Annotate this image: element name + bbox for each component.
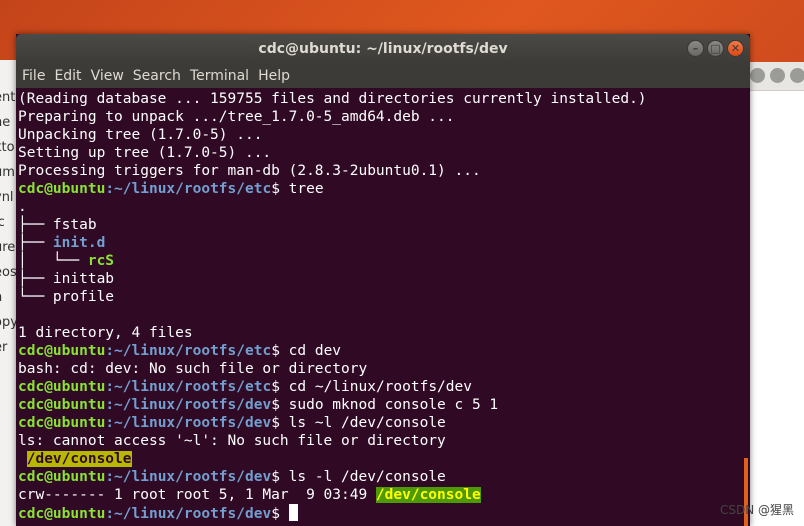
prompt-user: cdc@ubuntu bbox=[18, 469, 106, 485]
tree-entry: init.d bbox=[52, 235, 106, 251]
terminal-line: cdc@ubuntu:~/linux/rootfs/etc$ tree bbox=[18, 180, 742, 198]
prompt-path: :~/linux/rootfs/etc bbox=[105, 343, 272, 359]
prompt-user: cdc@ubuntu bbox=[18, 343, 106, 359]
menubar: File Edit View Search Terminal Help bbox=[16, 64, 750, 88]
bg-minimize-icon[interactable] bbox=[750, 68, 765, 83]
prompt-path: :~/linux/rootfs/etc bbox=[105, 181, 272, 197]
maximize-button[interactable]: □ bbox=[707, 40, 724, 57]
terminal-line: ├── fstab bbox=[18, 216, 742, 234]
tree-branch: ├── bbox=[18, 235, 53, 251]
bg-close-icon[interactable] bbox=[790, 68, 804, 83]
prompt-user: cdc@ubuntu bbox=[18, 379, 106, 395]
menu-view[interactable]: View bbox=[89, 68, 131, 84]
device-file-name: /dev/console bbox=[375, 487, 481, 503]
terminal-line: Processing triggers for man-db (2.8.3-2u… bbox=[18, 162, 742, 180]
terminal-line: cdc@ubuntu:~/linux/rootfs/etc$ cd dev bbox=[18, 342, 742, 360]
command-text: $ bbox=[271, 506, 289, 522]
close-button[interactable]: ✕ bbox=[727, 40, 744, 57]
output-text: . bbox=[18, 199, 27, 215]
device-file-name: /dev/console bbox=[26, 451, 132, 467]
command-text: $ sudo mknod console c 5 1 bbox=[271, 397, 499, 413]
terminal-output[interactable]: (Reading database ... 159755 files and d… bbox=[16, 88, 742, 526]
terminal-scrollbar[interactable] bbox=[742, 88, 750, 526]
terminal-line: cdc@ubuntu:~/linux/rootfs/etc$ cd ~/linu… bbox=[18, 378, 742, 396]
tree-entry: fstab bbox=[52, 217, 97, 233]
menu-terminal[interactable]: Terminal bbox=[188, 68, 256, 84]
terminal-line: cdc@ubuntu:~/linux/rootfs/dev$ bbox=[18, 504, 742, 522]
output-text: Unpacking tree (1.7.0-5) ... bbox=[18, 127, 263, 143]
terminal-line: 1 directory, 4 files bbox=[18, 324, 742, 342]
tree-entry: rcS bbox=[87, 253, 115, 269]
terminal-line: cdc@ubuntu:~/linux/rootfs/dev$ sudo mkno… bbox=[18, 396, 742, 414]
tree-branch: └── bbox=[18, 289, 53, 305]
menu-search[interactable]: Search bbox=[131, 68, 188, 84]
terminal-line: /dev/console bbox=[18, 450, 742, 468]
watermark: CSDN @猩黑 bbox=[719, 503, 794, 517]
tree-entry: profile bbox=[52, 289, 115, 305]
terminal-line: └── profile bbox=[18, 288, 742, 306]
terminal-line: . bbox=[18, 198, 742, 216]
menu-file[interactable]: File bbox=[20, 68, 52, 84]
prompt-path: :~/linux/rootfs/dev bbox=[105, 415, 272, 431]
terminal-line: ├── inittab bbox=[18, 270, 742, 288]
terminal-line: cdc@ubuntu:~/linux/rootfs/dev$ ls ~l /de… bbox=[18, 414, 742, 432]
output-text: 1 directory, 4 files bbox=[18, 325, 193, 341]
prompt-path: :~/linux/rootfs/dev bbox=[105, 506, 272, 522]
prompt-user: cdc@ubuntu bbox=[18, 397, 106, 413]
prompt-user: cdc@ubuntu bbox=[18, 415, 106, 431]
command-text: $ cd ~/linux/rootfs/dev bbox=[271, 379, 472, 395]
window-title: cdc@ubuntu: ~/linux/rootfs/dev bbox=[258, 41, 508, 57]
menu-edit[interactable]: Edit bbox=[52, 68, 88, 84]
terminal-line: Unpacking tree (1.7.0-5) ... bbox=[18, 126, 742, 144]
tree-branch: ├── bbox=[18, 217, 53, 233]
bg-maximize-icon[interactable] bbox=[770, 68, 785, 83]
prompt-user: cdc@ubuntu bbox=[18, 181, 106, 197]
terminal-line: ls: cannot access '~l': No such file or … bbox=[18, 432, 742, 450]
terminal-window: cdc@ubuntu: ~/linux/rootfs/dev – □ ✕ Fil… bbox=[16, 34, 750, 526]
terminal-line: crw------- 1 root root 5, 1 Mar 9 03:49 … bbox=[18, 486, 742, 504]
terminal-line: bash: cd: dev: No such file or directory bbox=[18, 360, 742, 378]
tree-branch: │ └── bbox=[18, 253, 88, 269]
terminal-line: (Reading database ... 159755 files and d… bbox=[18, 90, 742, 108]
tree-entry: inittab bbox=[52, 271, 115, 287]
output-text: ls: cannot access '~l': No such file or … bbox=[18, 433, 446, 449]
terminal-line: ├── init.d bbox=[18, 234, 742, 252]
output-text: bash: cd: dev: No such file or directory bbox=[18, 361, 368, 377]
prompt-path: :~/linux/rootfs/etc bbox=[105, 379, 272, 395]
command-text: $ tree bbox=[271, 181, 324, 197]
terminal-line: │ └── rcS bbox=[18, 252, 742, 270]
titlebar[interactable]: cdc@ubuntu: ~/linux/rootfs/dev – □ ✕ bbox=[16, 34, 750, 64]
prompt-path: :~/linux/rootfs/dev bbox=[105, 469, 272, 485]
command-text: $ ls -l /dev/console bbox=[271, 469, 446, 485]
command-text: $ cd dev bbox=[271, 343, 342, 359]
output-text: Processing triggers for man-db (2.8.3-2u… bbox=[18, 163, 481, 179]
minimize-button[interactable]: – bbox=[687, 40, 704, 57]
output-text: (Reading database ... 159755 files and d… bbox=[18, 91, 647, 107]
prompt-path: :~/linux/rootfs/dev bbox=[105, 397, 272, 413]
output-text: Preparing to unpack .../tree_1.7.0-5_amd… bbox=[18, 109, 455, 125]
terminal-line: cdc@ubuntu:~/linux/rootfs/dev$ ls -l /de… bbox=[18, 468, 742, 486]
output-text: Setting up tree (1.7.0-5) ... bbox=[18, 145, 272, 161]
menu-help[interactable]: Help bbox=[256, 68, 297, 84]
command-text: $ ls ~l /dev/console bbox=[271, 415, 446, 431]
text-cursor bbox=[288, 504, 298, 521]
terminal-line: Preparing to unpack .../tree_1.7.0-5_amd… bbox=[18, 108, 742, 126]
prompt-user: cdc@ubuntu bbox=[18, 506, 106, 522]
terminal-line: Setting up tree (1.7.0-5) ... bbox=[18, 144, 742, 162]
output-text: crw------- 1 root root 5, 1 Mar 9 03:49 bbox=[18, 487, 376, 503]
tree-branch: ├── bbox=[18, 271, 53, 287]
